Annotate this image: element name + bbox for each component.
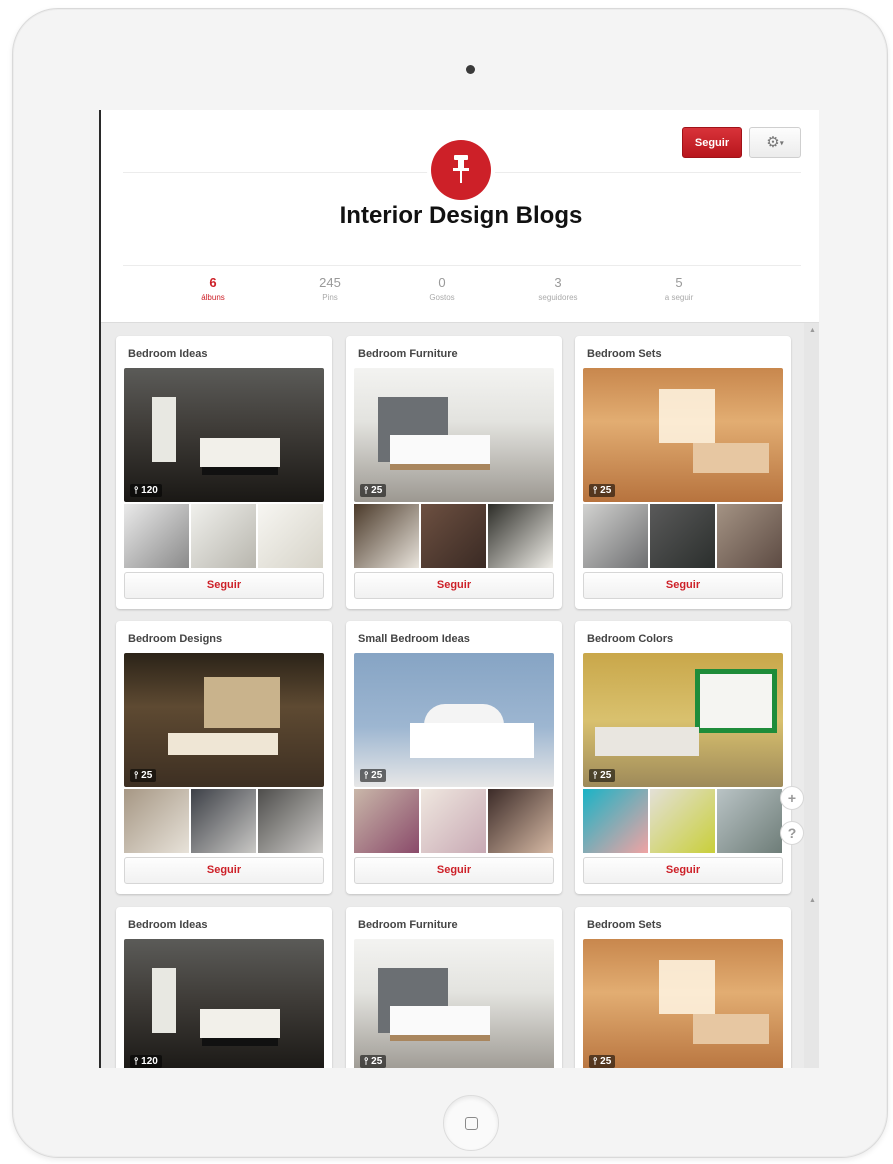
board-cover-image[interactable]: ⫯ 25: [583, 368, 783, 502]
scrollbar[interactable]: ▲ ▲: [804, 323, 819, 1068]
thumbnail-image[interactable]: [124, 504, 189, 568]
stat-label: álbuns: [201, 293, 225, 302]
divider: [123, 265, 801, 266]
thumbnail-image[interactable]: [191, 789, 256, 853]
follow-button[interactable]: Seguir: [583, 572, 783, 599]
board-title: Bedroom Ideas: [128, 348, 208, 360]
stat-number: 5: [675, 275, 683, 290]
board-cover-image[interactable]: ⫯ 25: [354, 939, 554, 1068]
stat-number: 0: [438, 275, 446, 290]
stat-label: a seguir: [664, 293, 694, 302]
board-title: Small Bedroom Ideas: [358, 633, 470, 645]
thumbnail-image[interactable]: [717, 789, 782, 853]
thumbnail-image[interactable]: [650, 504, 715, 568]
board-title: Bedroom Sets: [587, 919, 662, 931]
chevron-down-icon: ▾: [779, 138, 784, 148]
board-header: Seguir ⚙▾ Interior Design Blogs 6 álbuns…: [101, 110, 819, 322]
page-title: Interior Design Blogs: [339, 202, 583, 229]
thumbnail-image[interactable]: [488, 789, 553, 853]
board-cover-image[interactable]: ⫯ 25: [583, 653, 783, 787]
board-title: Bedroom Furniture: [358, 919, 458, 931]
pin-count: ⫯ 25: [360, 769, 387, 782]
pin-count: ⫯ 25: [589, 484, 616, 497]
stat-label: Gostos: [429, 293, 455, 302]
pin-count: ⫯ 120: [130, 484, 162, 497]
follow-board-button[interactable]: Seguir: [682, 127, 742, 158]
pin-count: ⫯ 25: [130, 769, 157, 782]
board-card[interactable]: Bedroom Sets ⫯ 25 Seguir: [575, 336, 791, 609]
thumbnail-image[interactable]: [583, 789, 648, 853]
board-title: Bedroom Colors: [587, 633, 674, 645]
thumbnail-image[interactable]: [258, 789, 323, 853]
settings-button[interactable]: ⚙▾: [749, 127, 801, 158]
board-title: Bedroom Sets: [587, 348, 662, 360]
stat-label: Pins: [322, 293, 338, 302]
camera-icon: [466, 65, 475, 74]
follow-button[interactable]: Seguir: [124, 572, 324, 599]
board-thumbnails: [354, 504, 554, 568]
board-card[interactable]: Bedroom Designs ⫯ 25 Seguir: [116, 621, 332, 894]
board-thumbnails: [354, 789, 554, 853]
gear-icon: ⚙: [766, 134, 780, 151]
board-title: Bedroom Furniture: [358, 348, 458, 360]
stat-number: 6: [209, 275, 217, 290]
stat-number: 3: [554, 275, 562, 290]
thumbnail-image[interactable]: [583, 504, 648, 568]
stat-pins[interactable]: 245 Pins: [275, 275, 385, 305]
stat-followers[interactable]: 3 seguidores: [503, 275, 613, 305]
add-icon[interactable]: +: [780, 786, 804, 810]
thumbnail-image[interactable]: [124, 789, 189, 853]
thumbnail-image[interactable]: [421, 504, 486, 568]
thumbnail-image[interactable]: [421, 789, 486, 853]
board-thumbnails: [124, 504, 324, 568]
help-icon[interactable]: ?: [780, 821, 804, 845]
boards-grid: ▲ ▲ Bedroom Ideas ⫯ 120 Seguir Bedroom F…: [101, 322, 819, 1068]
board-card[interactable]: Bedroom Furniture ⫯ 25 Seguir: [346, 336, 562, 609]
board-cover-image[interactable]: ⫯ 120: [124, 368, 324, 502]
board-title: Bedroom Designs: [128, 633, 223, 645]
pushpin-icon: [431, 140, 491, 200]
board-card[interactable]: Bedroom Ideas ⫯ 120: [116, 907, 332, 1068]
pin-count: ⫯ 25: [589, 769, 616, 782]
pin-count: ⫯ 25: [589, 1055, 616, 1068]
board-cover-image[interactable]: ⫯ 120: [124, 939, 324, 1068]
screen: Seguir ⚙▾ Interior Design Blogs 6 álbuns…: [99, 110, 819, 1068]
board-thumbnails: [583, 789, 783, 853]
board-card[interactable]: Bedroom Ideas ⫯ 120 Seguir: [116, 336, 332, 609]
board-cover-image[interactable]: ⫯ 25: [354, 368, 554, 502]
scroll-up-icon[interactable]: ▲: [809, 327, 816, 334]
board-card[interactable]: Bedroom Colors ⫯ 25 Seguir: [575, 621, 791, 894]
home-button[interactable]: [443, 1095, 499, 1151]
board-cover-image[interactable]: ⫯ 25: [124, 653, 324, 787]
pin-count: ⫯ 25: [360, 484, 387, 497]
stat-following[interactable]: 5 a seguir: [624, 275, 734, 305]
follow-button[interactable]: Seguir: [583, 857, 783, 884]
board-card[interactable]: Small Bedroom Ideas ⫯ 25 Seguir: [346, 621, 562, 894]
thumbnail-image[interactable]: [191, 504, 256, 568]
board-cover-image[interactable]: ⫯ 25: [583, 939, 783, 1068]
board-thumbnails: [124, 789, 324, 853]
stat-number: 245: [319, 275, 341, 290]
stat-albums[interactable]: 6 álbuns: [158, 275, 268, 305]
board-card[interactable]: Bedroom Furniture ⫯ 25: [346, 907, 562, 1068]
thumbnail-image[interactable]: [488, 504, 553, 568]
thumbnail-image[interactable]: [258, 504, 323, 568]
stat-likes[interactable]: 0 Gostos: [387, 275, 497, 305]
follow-button[interactable]: Seguir: [124, 857, 324, 884]
board-cover-image[interactable]: ⫯ 25: [354, 653, 554, 787]
thumbnail-image[interactable]: [354, 504, 419, 568]
thumbnail-image[interactable]: [354, 789, 419, 853]
thumbnail-image[interactable]: [717, 504, 782, 568]
thumbnail-image[interactable]: [650, 789, 715, 853]
scroll-up-icon[interactable]: ▲: [809, 897, 816, 904]
board-card[interactable]: Bedroom Sets ⫯ 25: [575, 907, 791, 1068]
stat-label: seguidores: [538, 293, 578, 302]
pin-count: ⫯ 120: [130, 1055, 162, 1068]
pin-count: ⫯ 25: [360, 1055, 387, 1068]
board-thumbnails: [583, 504, 783, 568]
board-title: Bedroom Ideas: [128, 919, 208, 931]
profile-stats: 6 álbuns 245 Pins 0 Gostos 3 seguidores …: [123, 275, 801, 315]
follow-button[interactable]: Seguir: [354, 857, 554, 884]
follow-button[interactable]: Seguir: [354, 572, 554, 599]
